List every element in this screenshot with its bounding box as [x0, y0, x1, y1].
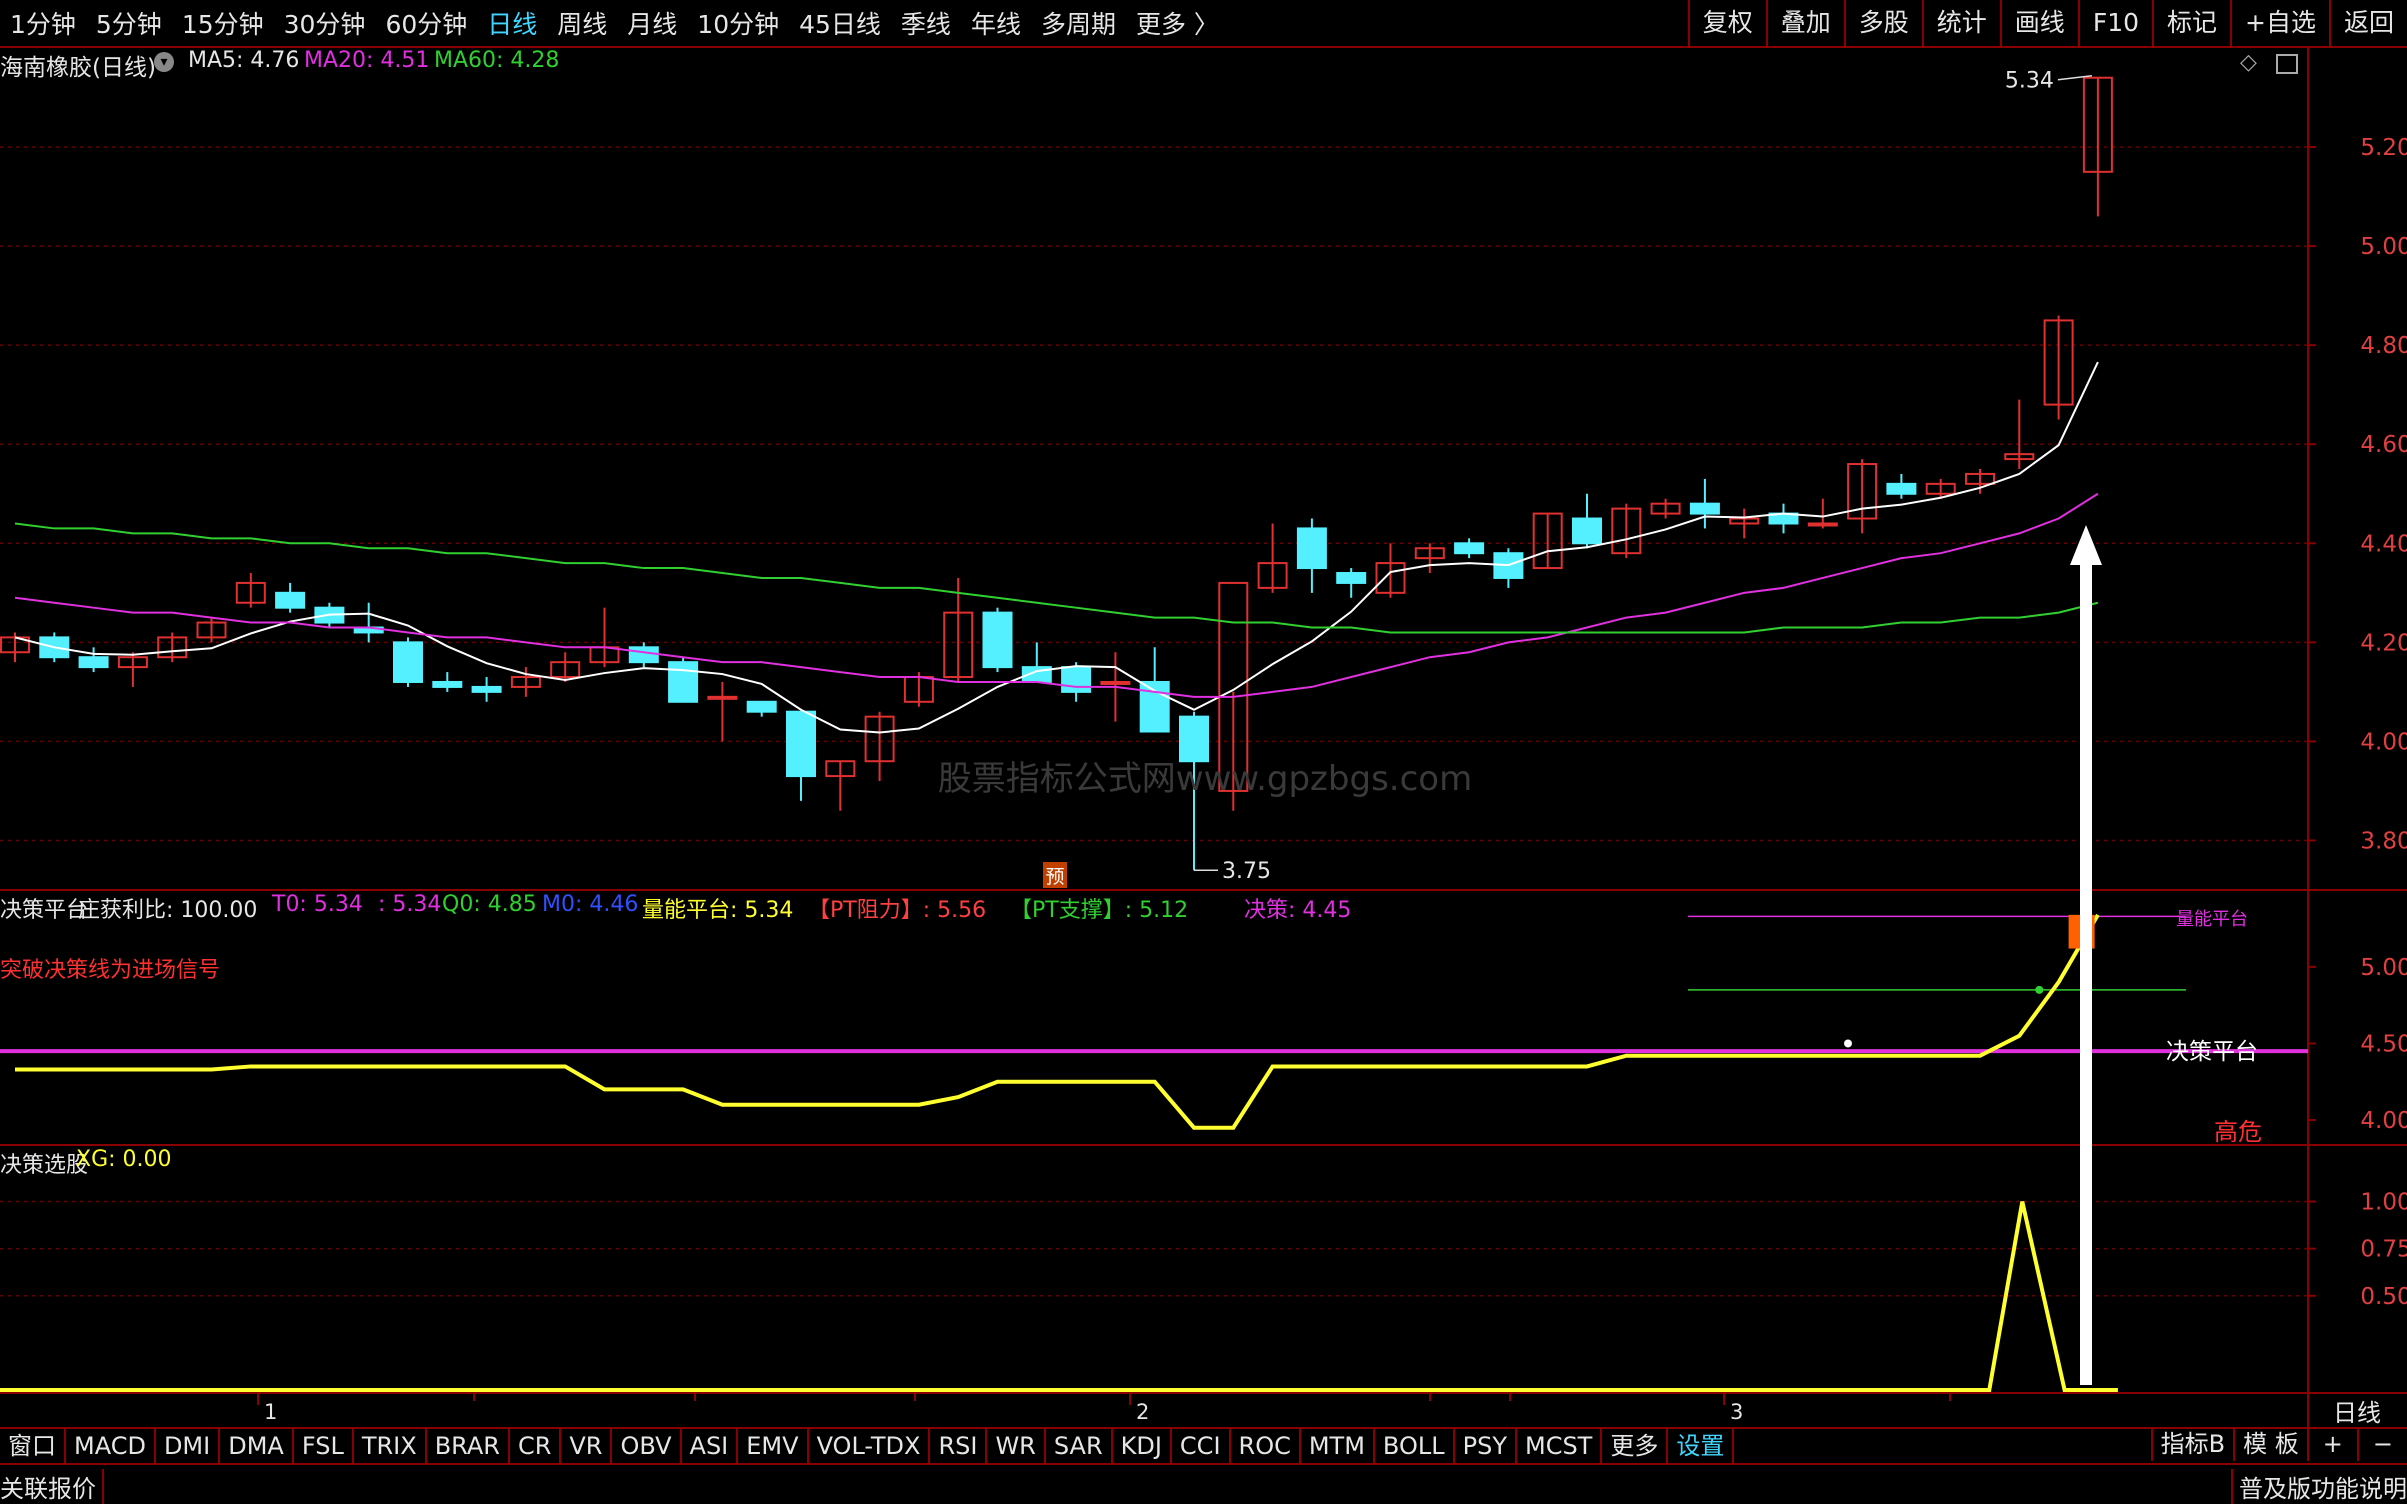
- profit-ratio: 庄获利比: 100.00: [78, 898, 258, 923]
- ma20-value: MA20: 4.51: [304, 48, 430, 73]
- pt-support-value: 【PT支撑】: 5.12: [1010, 898, 1189, 923]
- decision-select-pane[interactable]: 决策选股 XG: 0.00: [0, 1145, 2407, 1427]
- indicator-tab[interactable]: MACD: [66, 1429, 156, 1463]
- status-bar: 关联报价 普及版功能说明: [0, 1463, 2407, 1504]
- period-tab[interactable]: 45日线: [789, 5, 891, 41]
- m0-value: M0: 4.46: [542, 892, 639, 917]
- indicator-right-tools: 指标B 模 板 + −: [2150, 1427, 2407, 1461]
- indicator-tab[interactable]: 窗口: [0, 1429, 66, 1463]
- entry-hint: 突破决策线为进场信号: [0, 958, 221, 983]
- indicator-tab[interactable]: ROC: [1231, 1429, 1301, 1463]
- tool-buttons: 复权 叠加 多股 统计 画线 F10 标记 +自选 返回: [1687, 0, 2407, 46]
- decision-value: 决策: 4.45: [1244, 898, 1352, 923]
- tool-button[interactable]: +自选: [2230, 0, 2329, 46]
- period-tab[interactable]: 周线: [547, 5, 617, 41]
- decision-platform-pane[interactable]: 决策平台 庄获利比: 100.00 T0: 5.34 : 5.34 Q0: 4.…: [0, 890, 2407, 1145]
- period-tab[interactable]: 年线: [961, 5, 1031, 41]
- edition-info[interactable]: 普及版功能说明: [2231, 1469, 2407, 1504]
- tool-button[interactable]: 画线: [1999, 0, 2078, 46]
- indicator-tab[interactable]: 更多: [1602, 1429, 1669, 1463]
- mid-title: 决策平台: [0, 898, 89, 923]
- period-tab[interactable]: 1分钟: [0, 5, 86, 41]
- indicator-tab[interactable]: SAR: [1046, 1429, 1113, 1463]
- tool-button[interactable]: 复权: [1687, 0, 1766, 46]
- ma60-value: MA60: 4.28: [434, 48, 560, 73]
- indicator-tab[interactable]: OBV: [612, 1429, 682, 1463]
- xg-value: XG: 0.00: [76, 1147, 172, 1172]
- indicator-tab[interactable]: CR: [510, 1429, 562, 1463]
- period-tab[interactable]: 30分钟: [274, 5, 376, 41]
- indicator-tab[interactable]: ASI: [682, 1429, 739, 1463]
- pt-resist-value: 【PT阻力】: 5.56: [808, 898, 987, 923]
- indicator-tab[interactable]: CCI: [1172, 1429, 1231, 1463]
- tool-button[interactable]: 叠加: [1765, 0, 1844, 46]
- indicator-tab[interactable]: BRAR: [427, 1429, 510, 1463]
- period-tab[interactable]: 多周期: [1031, 5, 1126, 41]
- t0-value: T0: 5.34: [272, 892, 363, 917]
- indicator-tabs: 窗口 MACD DMI DMA FSL TRIX BRAR CR VR OBV ASI EMV VOL-…: [0, 1427, 2407, 1463]
- indicator-tab[interactable]: 设置: [1668, 1429, 1735, 1463]
- indicator-tab[interactable]: EMV: [738, 1429, 809, 1463]
- period-tab[interactable]: 月线: [617, 5, 687, 41]
- indicator-tab[interactable]: BOLL: [1375, 1429, 1455, 1463]
- indicator-tab[interactable]: KDJ: [1113, 1429, 1172, 1463]
- period-tab[interactable]: 季线: [891, 5, 961, 41]
- indicator-tab[interactable]: RSI: [930, 1429, 988, 1463]
- top-toolbar: 1分钟 5分钟 15分钟 30分钟 60分钟 日线 周线 月线 10分钟 45日线 季线 年线 多周期更…: [0, 0, 2407, 48]
- tool-button[interactable]: F10: [2077, 0, 2152, 46]
- indicator-tab[interactable]: WR: [987, 1429, 1046, 1463]
- tool-button[interactable]: 标记: [2152, 0, 2230, 46]
- tool-button[interactable]: 多股: [1843, 0, 1922, 46]
- ma5-value: MA5: 4.76: [188, 48, 300, 73]
- indicator-tab[interactable]: MCST: [1517, 1429, 1603, 1463]
- indicator-tab[interactable]: VR: [561, 1429, 613, 1463]
- volume-platform-value: 量能平台: 5.34: [642, 898, 794, 923]
- tool-button[interactable]: 返回: [2328, 0, 2407, 46]
- q0-value: Q0: 4.85: [442, 892, 537, 917]
- indicator-tab[interactable]: VOL-TDX: [809, 1429, 931, 1463]
- t0b-value: : 5.34: [378, 892, 442, 917]
- indicator-tab[interactable]: FSL: [294, 1429, 354, 1463]
- template-button[interactable]: 模 板: [2235, 1427, 2309, 1461]
- template-b-button[interactable]: 指标B: [2150, 1427, 2236, 1461]
- indicator-tab[interactable]: PSY: [1455, 1429, 1517, 1463]
- period-tab[interactable]: 更多 〉: [1126, 5, 1229, 41]
- period-tab[interactable]: 日线: [477, 5, 547, 41]
- indicator-tab[interactable]: DMI: [156, 1429, 221, 1463]
- period-tabs: 1分钟 5分钟 15分钟 30分钟 60分钟 日线 周线 月线 10分钟 45日线 季线 年线 多周期更…: [0, 0, 1229, 46]
- period-tab[interactable]: 15分钟: [172, 5, 274, 41]
- indicator-tab[interactable]: TRIX: [354, 1429, 427, 1463]
- indicator-tab[interactable]: DMA: [220, 1429, 294, 1463]
- main-chart-pane[interactable]: 海南橡胶(日线) ▾ MA5: 4.76 MA20: 4.51 MA60: 4.…: [0, 48, 2407, 890]
- stock-title: 海南橡胶(日线): [0, 55, 156, 81]
- panel-toggle-icon[interactable]: [2276, 54, 2298, 74]
- period-tab[interactable]: 5分钟: [86, 5, 172, 41]
- period-tab[interactable]: 60分钟: [375, 5, 477, 41]
- indicator-tab[interactable]: MTM: [1301, 1429, 1375, 1463]
- chevron-down-icon[interactable]: ▾: [154, 52, 174, 72]
- add-pane-button[interactable]: +: [2309, 1427, 2359, 1461]
- linked-quote[interactable]: 关联报价: [0, 1469, 104, 1504]
- bottom-title: 决策选股: [0, 1153, 89, 1178]
- diamond-icon[interactable]: ◇: [2240, 50, 2257, 75]
- remove-pane-button[interactable]: −: [2359, 1427, 2407, 1461]
- tool-button[interactable]: 统计: [1921, 0, 2000, 46]
- period-tab[interactable]: 10分钟: [687, 5, 789, 41]
